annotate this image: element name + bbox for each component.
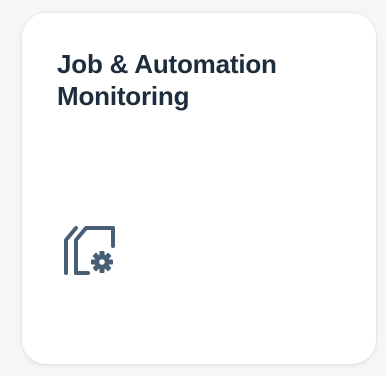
- job-automation-monitoring-icon: [54, 218, 116, 278]
- job-automation-monitoring-tile[interactable]: Job & Automation Monitoring: [22, 13, 376, 364]
- tile-title: Job & Automation Monitoring: [57, 49, 277, 111]
